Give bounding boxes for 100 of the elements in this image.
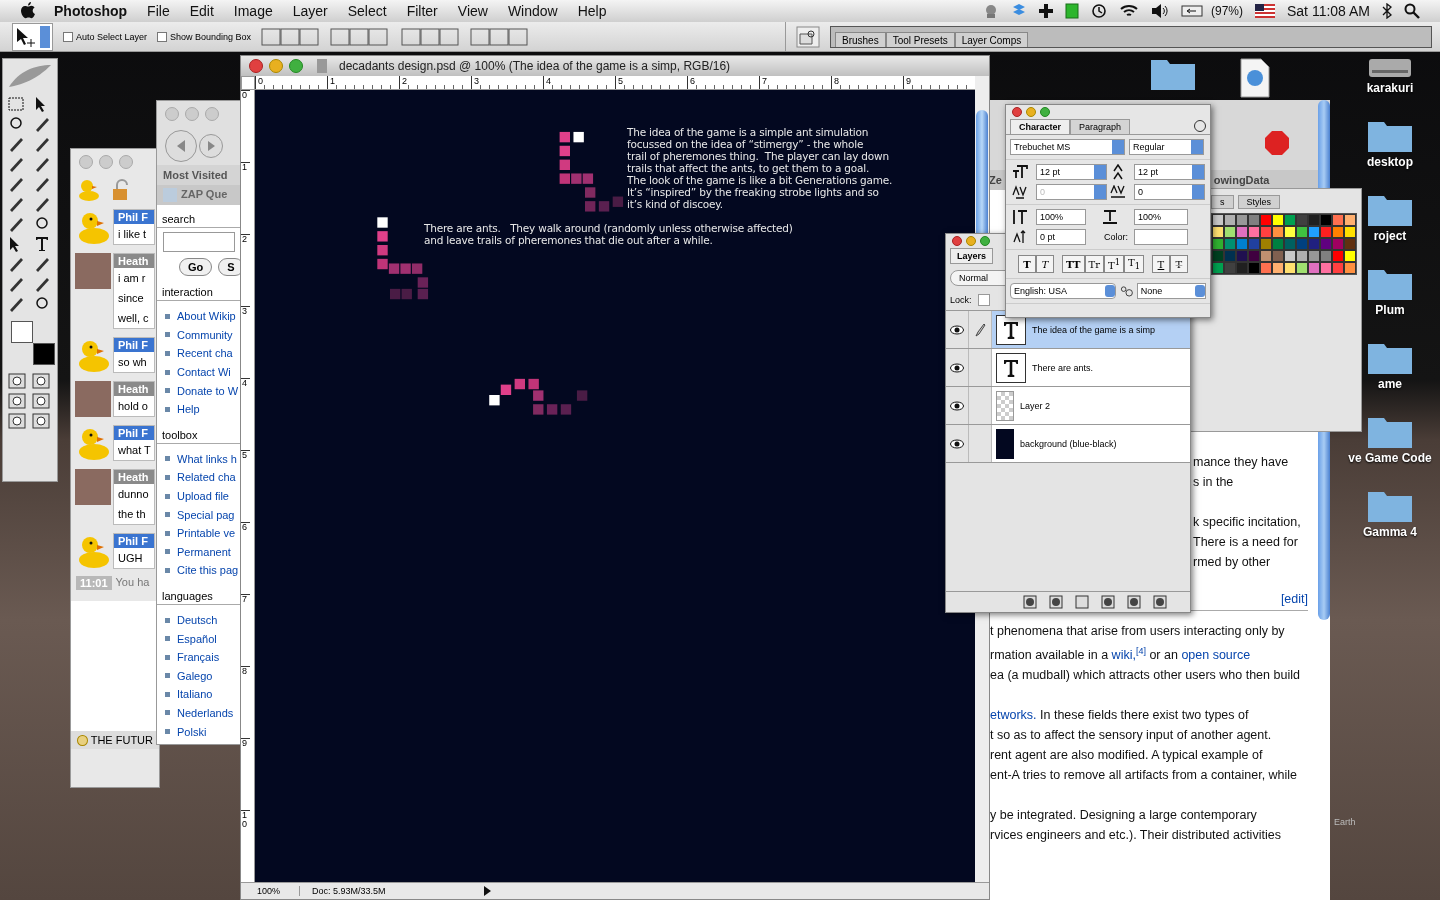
- option-checkbox[interactable]: Show Bounding Box: [157, 31, 252, 42]
- desktop-icon-label[interactable]: roject: [1373, 229, 1407, 243]
- sidebar-link[interactable]: Nederlands: [177, 707, 234, 719]
- app-menu[interactable]: Photoshop: [54, 3, 128, 19]
- desktop-icon-label[interactable]: Plum: [1375, 303, 1405, 317]
- sidebar-link[interactable]: Deutsch: [177, 614, 218, 626]
- sidebar-link[interactable]: What links h: [177, 452, 237, 465]
- font-style-dropdown[interactable]: Regular: [1129, 139, 1204, 155]
- antialias-dropdown[interactable]: None: [1136, 283, 1206, 300]
- type-style-button[interactable]: T$_{1}$: [1123, 255, 1144, 274]
- eye-icon[interactable]: [950, 400, 964, 411]
- font-family-dropdown[interactable]: Trebuchet MS: [1010, 139, 1125, 155]
- speaker-icon[interactable]: [1150, 3, 1169, 19]
- link-cell[interactable]: [969, 425, 992, 462]
- foreground-color-swatch[interactable]: [11, 321, 33, 343]
- close-button[interactable]: [1012, 107, 1022, 117]
- desktop-icon-label[interactable]: ame: [1378, 377, 1402, 391]
- sidebar-link[interactable]: Help: [177, 403, 200, 416]
- close-button[interactable]: [249, 59, 263, 73]
- sidebar-link[interactable]: Community: [177, 328, 233, 341]
- tracking-field[interactable]: 0: [1134, 184, 1205, 200]
- sidebar-link[interactable]: Recent cha: [177, 347, 233, 360]
- bookmark-item[interactable]: owingData: [1213, 174, 1270, 186]
- visibility-cell[interactable]: [946, 349, 969, 386]
- vertical-scale-field[interactable]: 100%: [1036, 209, 1086, 225]
- search-button[interactable]: S: [218, 258, 241, 276]
- document-size[interactable]: Doc: 5.93M/33.5M: [299, 886, 482, 896]
- clock-icon[interactable]: [1090, 3, 1107, 19]
- type-style-button[interactable]: T: [1151, 255, 1170, 274]
- tool-preset-picker[interactable]: [12, 22, 53, 51]
- zoom-button[interactable]: [289, 59, 303, 73]
- desktop-icon-label[interactable]: ve Game Code: [1348, 451, 1432, 465]
- ruler-origin[interactable]: [241, 76, 255, 90]
- audio-file-icon[interactable]: [1240, 58, 1270, 98]
- eye-icon[interactable]: [950, 324, 964, 335]
- search-button[interactable]: Go: [179, 258, 213, 276]
- search-field[interactable]: [163, 232, 235, 252]
- sidebar-link[interactable]: Galego: [177, 669, 213, 682]
- type-style-button[interactable]: T: [1036, 255, 1054, 274]
- article-link[interactable]: etworks.: [990, 708, 1037, 723]
- panel-tab[interactable]: Styles: [1237, 195, 1280, 209]
- bookmark-item[interactable]: Ze: [989, 174, 1002, 186]
- file-browser-icon[interactable]: [796, 25, 820, 48]
- edit-link[interactable]: [edit]: [1280, 592, 1308, 606]
- back-button[interactable]: [165, 130, 197, 162]
- menu-item[interactable]: Image: [233, 3, 273, 19]
- sidebar-link[interactable]: About Wikip: [177, 310, 236, 323]
- stop-sign-icon[interactable]: [1264, 130, 1290, 156]
- horizontal-scale-field[interactable]: 100%: [1134, 209, 1188, 225]
- color-swatch-grid[interactable]: [1211, 213, 1357, 275]
- desktop-icon-label[interactable]: karakuri: [1366, 81, 1414, 95]
- background-color-swatch[interactable]: [33, 343, 55, 365]
- visibility-cell[interactable]: [946, 387, 969, 424]
- bookmark-item[interactable]: Most Visited: [157, 165, 241, 185]
- leading-field[interactable]: 12 pt: [1134, 164, 1205, 180]
- zoom-button[interactable]: [1040, 107, 1050, 117]
- palette-tab[interactable]: Tool Presets: [885, 31, 955, 47]
- sidebar-link[interactable]: Italiano: [177, 688, 213, 701]
- chat-input-field[interactable]: [71, 601, 159, 731]
- article-link[interactable]: open source: [1181, 648, 1251, 663]
- sidebar-link[interactable]: Contact Wi: [177, 366, 231, 379]
- option-checkbox[interactable]: Auto Select Layer: [63, 31, 148, 42]
- browser-tab[interactable]: ZAP Que: [157, 185, 241, 205]
- eye-icon[interactable]: [950, 438, 964, 449]
- language-dropdown[interactable]: English: USA: [1010, 283, 1116, 300]
- color-field[interactable]: [1134, 229, 1188, 245]
- wifi-icon[interactable]: [1118, 3, 1139, 19]
- battery-plug-icon[interactable]: [1180, 5, 1205, 17]
- panel-tab[interactable]: Layers: [950, 248, 994, 264]
- layer-row[interactable]: background (blue-black): [946, 425, 1190, 463]
- search-icon[interactable]: [1404, 3, 1420, 19]
- sidebar-link[interactable]: Printable ve: [177, 527, 236, 540]
- link-cell[interactable]: [969, 349, 992, 386]
- link-cell[interactable]: [969, 387, 992, 424]
- sidebar-link[interactable]: Donate to W: [177, 384, 239, 397]
- menu-item[interactable]: Window: [507, 3, 558, 19]
- type-style-button[interactable]: T$^{1}$: [1104, 255, 1124, 274]
- visibility-cell[interactable]: [946, 425, 969, 462]
- close-button[interactable]: [952, 236, 962, 246]
- link-cell[interactable]: [969, 311, 992, 348]
- desktop-icon-label[interactable]: desktop: [1367, 155, 1413, 169]
- zoom-level[interactable]: 100%: [241, 886, 299, 896]
- sidebar-link[interactable]: Permanent: [177, 545, 231, 558]
- type-style-button[interactable]: TT: [1062, 255, 1085, 274]
- palette-tab[interactable]: Brushes: [835, 31, 886, 47]
- palette-tab[interactable]: Layer Comps: [954, 31, 1029, 47]
- panel-tab[interactable]: Paragraph: [1070, 119, 1131, 134]
- lock-transparency-icon[interactable]: [977, 294, 990, 306]
- menu-item[interactable]: Help: [577, 3, 607, 19]
- sidebar-link[interactable]: Cite this pag: [177, 564, 239, 577]
- forward-button[interactable]: [199, 134, 223, 158]
- chat-tab[interactable]: THE FUTUR: [71, 731, 159, 749]
- sidebar-link[interactable]: Related cha: [177, 471, 236, 484]
- sidebar-link[interactable]: Polski: [177, 725, 207, 738]
- flag-icon[interactable]: [1255, 4, 1275, 18]
- type-style-button[interactable]: Tr: [1084, 255, 1104, 274]
- bluetooth-icon[interactable]: [1382, 3, 1392, 19]
- plus-icon[interactable]: [1038, 4, 1053, 18]
- zoom-button[interactable]: [980, 236, 990, 246]
- sidebar-link[interactable]: Special pag: [177, 508, 235, 521]
